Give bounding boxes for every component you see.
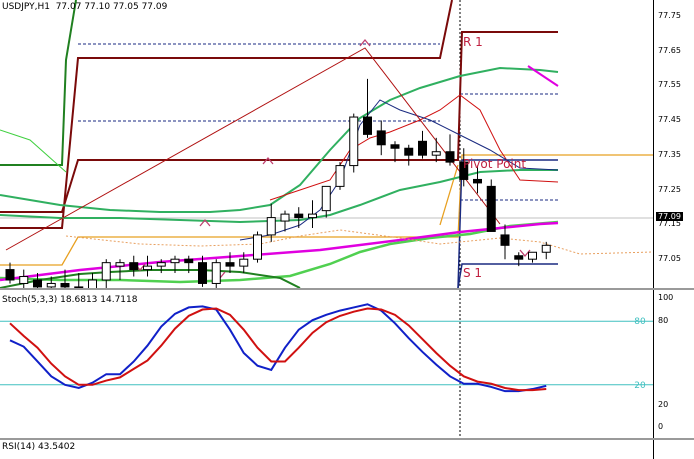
stoch-level-label: 80 (634, 317, 646, 327)
price-tick: 77.25 (658, 185, 681, 194)
candle-body (418, 140, 427, 156)
stoch-tick: 20 (658, 400, 669, 409)
r1-label: R 1 (463, 35, 483, 49)
candle-body (170, 258, 180, 264)
orange-channel-line (439, 164, 459, 226)
price-tick: 77.65 (658, 46, 681, 55)
candle-body (500, 234, 510, 246)
stoch-tick: 0 (658, 422, 664, 431)
ma-red-line (269, 94, 559, 201)
s1-label: S 1 (463, 266, 482, 280)
candle-body (363, 116, 372, 135)
candle-body (445, 151, 455, 163)
envelope-dotted-line (65, 229, 653, 255)
candle-body (225, 262, 235, 267)
candle-body (376, 130, 386, 146)
candle-body (115, 262, 125, 267)
fractal-arrow-marker (359, 38, 371, 47)
candle-body (349, 116, 359, 167)
stoch-tick: 100 (658, 293, 674, 302)
candle-body (101, 262, 111, 281)
candle-body (46, 282, 56, 288)
rsi-header: RSI(14) 43.5402 (2, 442, 76, 452)
candle-body (473, 178, 482, 184)
candle-body (404, 147, 414, 156)
price-axis: 77.75 77.65 77.55 77.45 77.35 77.25 77.1… (653, 0, 694, 288)
candle-body (528, 251, 537, 260)
candle-body (280, 213, 290, 222)
green-channel-line (0, 0, 77, 166)
candle-body (541, 244, 551, 253)
stochastic-chart: 80 20 (0, 290, 653, 438)
candle-body (211, 262, 221, 284)
candle-body (514, 255, 524, 260)
candle-body (321, 185, 331, 212)
candle-body (33, 279, 42, 288)
candle-body (156, 262, 166, 267)
rsi-axis (653, 440, 694, 459)
candle-body (390, 144, 400, 149)
ma-slow-magenta-segment (527, 65, 559, 87)
candle-body (486, 185, 496, 232)
price-chart-header: USDJPY,H1 77.07 77.10 77.05 77.09 (2, 2, 168, 12)
last-price-label: 77.09 (656, 212, 683, 221)
stochastic-axis: 100 80 20 0 (653, 290, 694, 438)
price-tick: 77.45 (658, 115, 681, 124)
pivot-point-label: Pivot Point (463, 157, 526, 171)
candle-body (129, 262, 139, 271)
price-chart: R 1 Pivot Point S 1 (0, 0, 653, 288)
candle-body (143, 265, 152, 271)
rsi-pane[interactable]: RSI(14) 43.5402 (0, 440, 653, 459)
candle-body (239, 258, 249, 267)
stoch-tick: 80 (658, 316, 669, 325)
candle-body (253, 234, 262, 260)
candle-body (19, 276, 29, 284)
candle-body (308, 213, 317, 219)
candle-body (184, 258, 194, 264)
candle-body (88, 279, 97, 288)
ma-green-medium (0, 169, 558, 224)
candle-body (294, 213, 304, 219)
price-chart-pane[interactable]: R 1 Pivot Point S 1 USDJPY,H1 77.07 77.10 … (0, 0, 653, 288)
candle-body (5, 269, 15, 281)
stoch-level-label: 20 (634, 381, 646, 391)
price-tick: 77.55 (658, 80, 681, 89)
candle-body (60, 282, 70, 288)
candle-body (266, 217, 276, 236)
price-tick: 77.75 (658, 11, 681, 20)
candle-body (198, 262, 207, 284)
stochastic-header: Stoch(5,3,3) 18.6813 14.7118 (2, 295, 138, 305)
price-tick: 77.35 (658, 150, 681, 159)
candle-body (431, 151, 441, 156)
price-tick: 77.05 (658, 254, 681, 263)
stochastic-pane[interactable]: 80 20 Stoch(5,3,3) 18.6813 14.7118 (0, 290, 653, 438)
candle-body (335, 165, 345, 187)
